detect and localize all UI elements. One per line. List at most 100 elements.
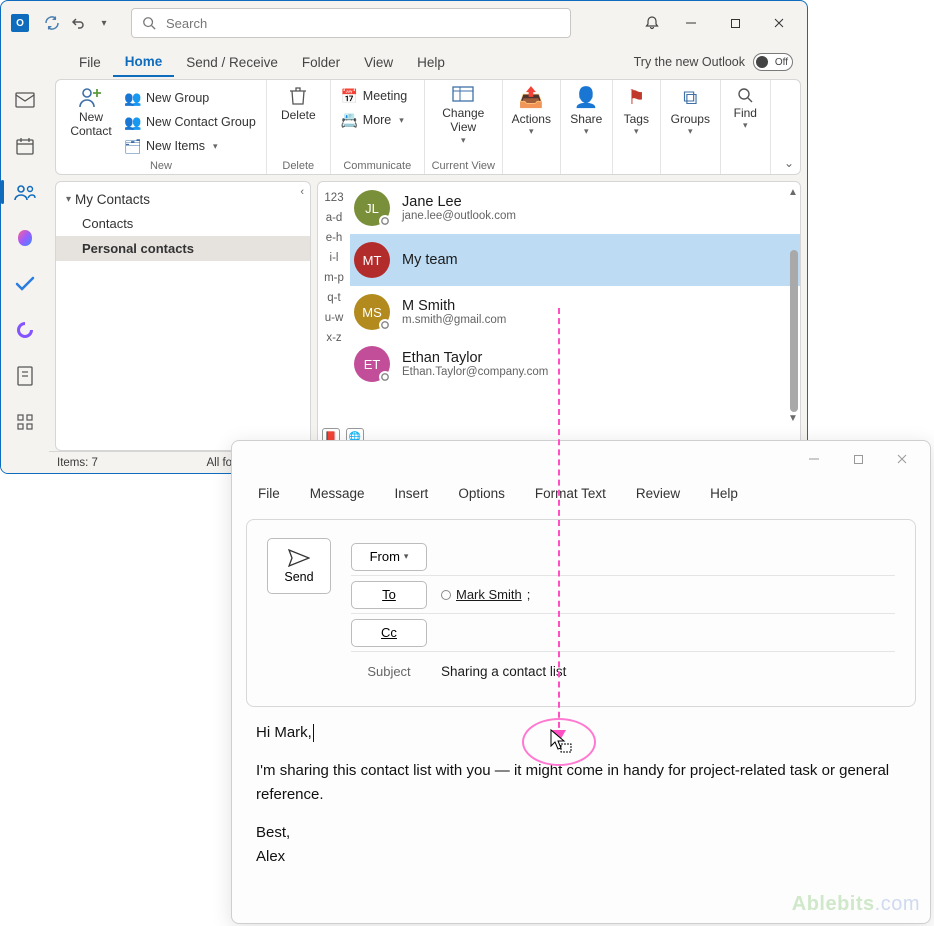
folder-group-label: My Contacts bbox=[75, 192, 150, 207]
share-button[interactable]: 👤Share▾ bbox=[567, 84, 606, 139]
ribbon: New Contact 👥New Group 👥New Contact Grou… bbox=[55, 79, 801, 175]
folder-contacts[interactable]: Contacts bbox=[56, 211, 310, 236]
tags-label: Tags bbox=[624, 112, 649, 126]
find-button[interactable]: Find▾ bbox=[727, 84, 764, 133]
body-signature: Alex bbox=[256, 845, 906, 869]
subject-input[interactable]: Sharing a contact list bbox=[441, 664, 566, 679]
change-view-button[interactable]: Change View▾ bbox=[431, 84, 496, 148]
new-contact-label: New Contact bbox=[70, 110, 112, 139]
more-button[interactable]: 📇More▾ bbox=[337, 108, 418, 132]
maximize-button[interactable] bbox=[713, 8, 757, 38]
alpha-xz[interactable]: x-z bbox=[318, 328, 350, 348]
share-label: Share bbox=[570, 112, 602, 126]
presence-icon bbox=[379, 371, 391, 383]
folder-group-header[interactable]: ▾ My Contacts bbox=[56, 188, 310, 211]
contact-row[interactable]: JL Jane Lee jane.lee@outlook.com bbox=[350, 182, 800, 234]
try-new-toggle[interactable]: Off bbox=[753, 53, 793, 71]
todo-icon[interactable] bbox=[9, 269, 41, 299]
compose-header: Send From▾ To Mark Smith; Cc Subject Sha… bbox=[246, 519, 916, 707]
contact-row[interactable]: ET Ethan Taylor Ethan.Taylor@company.com bbox=[350, 338, 800, 390]
actions-button[interactable]: 📤Actions▾ bbox=[509, 84, 554, 139]
contact-name: M Smith bbox=[402, 298, 506, 314]
more-apps-icon[interactable] bbox=[9, 407, 41, 437]
mail-icon[interactable] bbox=[9, 85, 41, 115]
menu-view[interactable]: View bbox=[352, 49, 405, 76]
chevron-down-icon: ▾ bbox=[66, 194, 71, 205]
new-contact-group-button[interactable]: 👥New Contact Group bbox=[120, 110, 260, 134]
cc-button[interactable]: Cc bbox=[351, 619, 427, 647]
menu-home[interactable]: Home bbox=[113, 48, 175, 77]
send-button[interactable]: Send bbox=[267, 538, 331, 594]
contact-row[interactable]: MT My team bbox=[350, 234, 800, 286]
body-paragraph: I'm sharing this contact list with you —… bbox=[256, 759, 906, 807]
undo-icon[interactable] bbox=[65, 10, 91, 36]
scrollbar-thumb[interactable] bbox=[790, 250, 798, 412]
compose-menu-insert[interactable]: Insert bbox=[383, 482, 441, 505]
minimize-button[interactable] bbox=[669, 8, 713, 38]
compose-menu-message[interactable]: Message bbox=[298, 482, 377, 505]
ribbon-group-new: New bbox=[66, 158, 256, 172]
alpha-eh[interactable]: e-h bbox=[318, 228, 350, 248]
m365-icon[interactable] bbox=[9, 223, 41, 253]
alpha-il[interactable]: i-l bbox=[318, 248, 350, 268]
text-cursor bbox=[313, 724, 314, 742]
groups-button[interactable]: ⧉Groups▾ bbox=[667, 84, 714, 139]
compose-close-button[interactable] bbox=[880, 445, 924, 473]
compose-minimize-button[interactable] bbox=[792, 445, 836, 473]
groups-label: Groups bbox=[671, 112, 710, 126]
send-label: Send bbox=[284, 570, 313, 584]
tags-button[interactable]: ⚑Tags▾ bbox=[619, 84, 654, 139]
notes-icon[interactable] bbox=[9, 361, 41, 391]
qat-dropdown-icon[interactable]: ▾ bbox=[91, 10, 117, 36]
new-group-label: New Group bbox=[146, 91, 209, 105]
compose-menu-review[interactable]: Review bbox=[624, 482, 692, 505]
contact-name: Ethan Taylor bbox=[402, 350, 548, 366]
loop-icon[interactable] bbox=[9, 315, 41, 345]
compose-titlebar bbox=[232, 441, 930, 477]
menu-folder[interactable]: Folder bbox=[290, 49, 352, 76]
collapse-folder-pane-icon[interactable]: ‹ bbox=[300, 186, 304, 198]
notifications-icon[interactable] bbox=[635, 8, 669, 38]
alpha-ad[interactable]: a-d bbox=[318, 208, 350, 228]
meeting-button[interactable]: 📅Meeting bbox=[337, 84, 418, 108]
alpha-uw[interactable]: u-w bbox=[318, 308, 350, 328]
compose-menu-format-text[interactable]: Format Text bbox=[523, 482, 618, 505]
more-label: More bbox=[363, 113, 391, 127]
find-label: Find bbox=[734, 106, 757, 120]
collapse-ribbon-icon[interactable]: ⌄ bbox=[784, 156, 794, 170]
from-button[interactable]: From▾ bbox=[351, 543, 427, 571]
menu-help[interactable]: Help bbox=[405, 49, 457, 76]
alpha-mp[interactable]: m-p bbox=[318, 268, 350, 288]
to-button[interactable]: To bbox=[351, 581, 427, 609]
compose-menu-help[interactable]: Help bbox=[698, 482, 750, 505]
menu-send-receive[interactable]: Send / Receive bbox=[174, 49, 290, 76]
scroll-up-icon[interactable]: ▲ bbox=[787, 186, 799, 198]
recipient-chip[interactable]: Mark Smith; bbox=[441, 587, 530, 602]
sync-icon[interactable] bbox=[39, 10, 65, 36]
menu-file[interactable]: File bbox=[67, 49, 113, 76]
scroll-down-icon[interactable]: ▼ bbox=[787, 412, 799, 424]
delete-label: Delete bbox=[281, 108, 316, 122]
compose-maximize-button[interactable] bbox=[836, 445, 880, 473]
alpha-123[interactable]: 123 bbox=[318, 188, 350, 208]
calendar-icon[interactable] bbox=[9, 131, 41, 161]
contact-row[interactable]: MS M Smith m.smith@gmail.com bbox=[350, 286, 800, 338]
presence-icon bbox=[379, 319, 391, 331]
try-new-outlook: Try the new Outlook Off bbox=[634, 53, 799, 71]
new-items-button[interactable]: 🗂New Items▾ bbox=[120, 134, 260, 158]
delete-button[interactable]: Delete bbox=[273, 84, 324, 124]
compose-menu-file[interactable]: File bbox=[246, 482, 292, 505]
contact-list: JL Jane Lee jane.lee@outlook.com MT My t… bbox=[350, 182, 800, 450]
change-view-label: Change View bbox=[439, 106, 488, 135]
new-group-button[interactable]: 👥New Group bbox=[120, 86, 260, 110]
search-input[interactable]: Search bbox=[131, 8, 571, 38]
people-icon[interactable] bbox=[9, 177, 41, 207]
alpha-qt[interactable]: q-t bbox=[318, 288, 350, 308]
ribbon-group-current-view: Current View bbox=[431, 158, 496, 172]
subject-label: Subject bbox=[351, 664, 427, 679]
compose-menu-options[interactable]: Options bbox=[446, 482, 517, 505]
actions-label: Actions bbox=[512, 112, 551, 126]
folder-personal-contacts[interactable]: Personal contacts bbox=[56, 236, 310, 261]
close-button[interactable] bbox=[757, 8, 801, 38]
recipient-name: Mark Smith bbox=[456, 587, 522, 602]
